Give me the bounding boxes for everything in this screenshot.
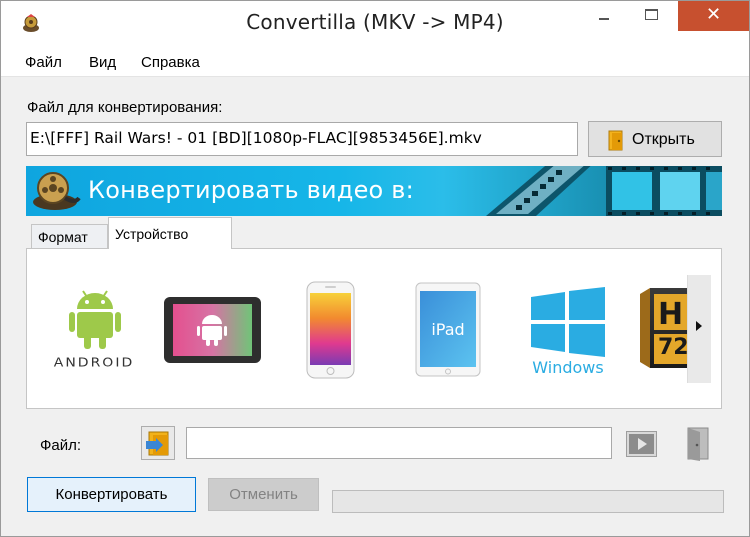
output-file-label: Файл: xyxy=(40,437,82,454)
tab-device[interactable]: Устройство xyxy=(108,217,232,249)
minimize-icon xyxy=(599,18,609,20)
device-android[interactable]: ANDROID xyxy=(45,287,143,377)
svg-text:H: H xyxy=(658,297,683,332)
device-android-tablet[interactable] xyxy=(162,295,263,365)
app-window: Convertilla (MKV -> MP4) ✕ Файл Вид Спра… xyxy=(0,0,750,537)
menu-view[interactable]: Вид xyxy=(89,54,116,71)
output-path-input[interactable] xyxy=(186,427,612,459)
convert-button[interactable]: Конвертировать xyxy=(27,477,196,512)
open-folder-icon xyxy=(608,130,623,151)
film-reel-icon xyxy=(33,172,81,210)
maximize-icon xyxy=(645,9,658,20)
windows-icon xyxy=(531,287,605,357)
open-button[interactable]: Открыть xyxy=(588,121,722,157)
device-panel: ANDROID iPad Windows H 72 xyxy=(26,248,722,409)
minimize-button[interactable] xyxy=(584,1,628,31)
open-button-label: Открыть xyxy=(632,131,695,148)
banner-text: Конвертировать видео в: xyxy=(88,176,414,204)
android-caption: ANDROID xyxy=(53,355,135,371)
exit-door-icon xyxy=(687,427,709,461)
exit-button[interactable] xyxy=(686,426,712,461)
android-tablet-icon xyxy=(164,297,261,363)
tab-format[interactable]: Формат xyxy=(31,224,108,249)
maximize-button[interactable] xyxy=(633,1,677,31)
convert-banner: Конвертировать видео в: xyxy=(26,166,722,216)
scroll-right-button[interactable] xyxy=(687,275,711,383)
windows-caption: Windows xyxy=(532,358,604,377)
title-bar: Convertilla (MKV -> MP4) ✕ xyxy=(1,1,749,47)
source-path-input[interactable]: E:\[FFF] Rail Wars! - 01 [BD][1080p-FLAC… xyxy=(26,122,578,156)
menu-help[interactable]: Справка xyxy=(141,54,200,71)
folder-open-icon xyxy=(146,431,169,456)
preview-button[interactable] xyxy=(626,431,657,457)
ipad-caption: iPad xyxy=(431,320,465,339)
device-ipad[interactable]: iPad xyxy=(415,282,481,377)
play-icon xyxy=(626,431,657,457)
source-file-label: Файл для конвертирования: xyxy=(27,99,223,116)
progress-bar xyxy=(332,490,724,513)
device-windows[interactable]: Windows xyxy=(527,287,609,379)
cancel-button[interactable]: Отменить xyxy=(208,478,319,511)
close-icon: ✕ xyxy=(705,4,722,25)
menu-file[interactable]: Файл xyxy=(25,54,62,71)
device-hd-720[interactable]: H 72 xyxy=(640,288,687,368)
close-button[interactable]: ✕ xyxy=(678,1,749,31)
chevron-right-icon xyxy=(696,321,702,331)
menu-bar: Файл Вид Справка xyxy=(1,47,749,77)
iphone-icon xyxy=(306,281,355,379)
browse-output-button[interactable] xyxy=(141,426,175,460)
device-iphone[interactable] xyxy=(306,281,355,379)
film-strip-graphic xyxy=(486,166,722,216)
hd-caption: 72 xyxy=(658,335,687,360)
